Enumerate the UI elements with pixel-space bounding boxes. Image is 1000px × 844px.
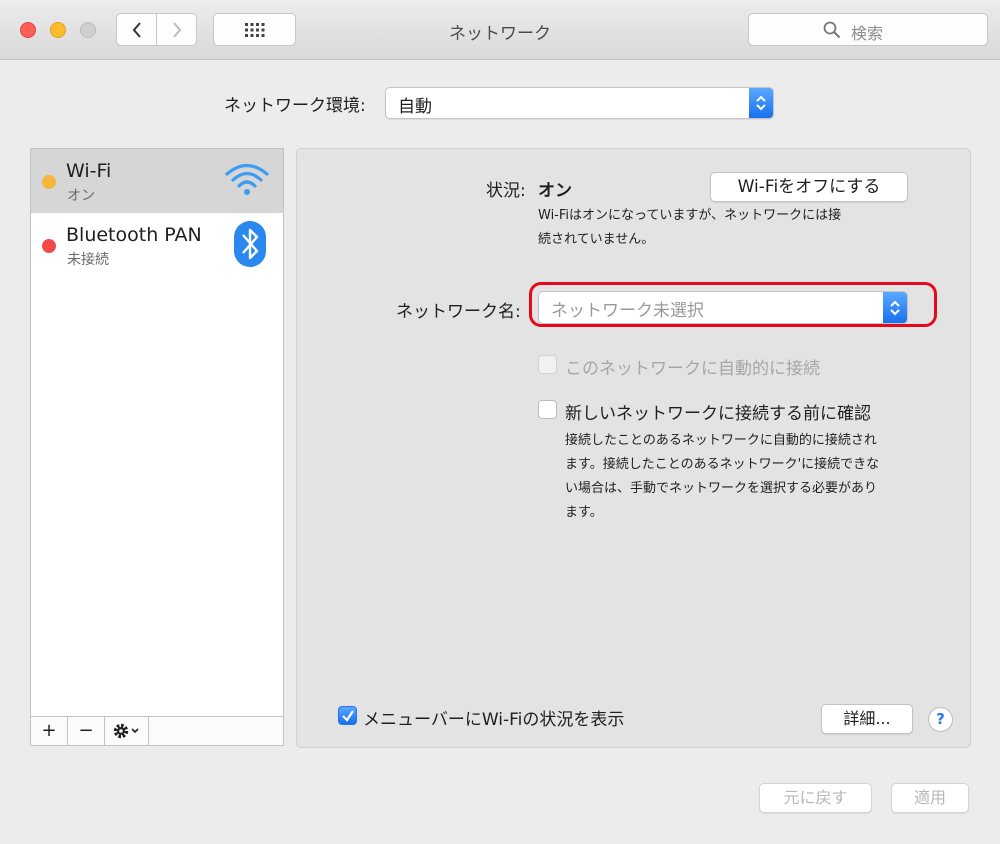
show-in-menubar-label: メニューバーにWi-Fiの状況を表示 [363,710,625,730]
add-service-button[interactable]: + [31,717,68,745]
turn-wifi-off-button[interactable]: Wi-Fiをオフにする [710,172,908,202]
status-label: 状況: [486,181,526,201]
service-status: 未接続 [67,252,109,268]
help-button[interactable]: ? [928,707,953,732]
action-menu-button[interactable] [105,717,149,745]
service-list: Wi-Fi オン Bluetooth PAN 未接続 + − [30,148,284,746]
service-item-wifi[interactable]: Wi-Fi オン [31,149,283,213]
ask-description-line3: い場合は、手動でネットワークを選択する必要があり [565,481,878,496]
revert-button[interactable]: 元に戻す [759,783,872,813]
status-description-line2: 続されていません。 [538,232,655,247]
location-value: 自動 [398,97,432,117]
apply-button[interactable]: 適用 [891,783,969,813]
location-label: ネットワーク環境: [224,96,366,116]
ask-to-join-label: 新しいネットワークに接続する前に確認 [565,404,871,424]
auto-join-checkbox[interactable] [538,355,557,374]
checkmark-icon [342,710,354,722]
service-status: オン [67,188,95,204]
service-name: Bluetooth PAN [66,224,202,246]
location-popup[interactable]: 自動 [385,87,774,119]
status-dot [42,239,56,253]
ask-description-line1: 接続したことのあるネットワークに自動的に接続され [565,433,877,448]
status-value: オン [538,181,572,201]
wifi-icon [225,163,269,195]
status-dot [42,175,56,189]
show-in-menubar-checkbox[interactable] [338,706,357,725]
highlight-annotation [529,282,937,327]
sidebar-toolbar: + − [31,716,283,745]
title-bar: ネットワーク 検索 [0,0,1000,60]
popup-arrows-icon [749,88,773,118]
gear-icon [113,723,139,739]
network-name-label: ネットワーク名: [396,302,521,322]
search-field[interactable]: 検索 [748,13,988,46]
search-icon [823,21,841,39]
status-description-line1: Wi-Fiはオンになっていますが、ネットワークには接 [538,208,842,223]
ask-description-line4: ます。 [565,505,603,520]
ask-description-line2: ます。接続したことのあるネットワーク'に接続できな [565,457,880,472]
search-placeholder: 検索 [851,24,884,43]
auto-join-label: このネットワークに自動的に接続 [565,359,820,379]
ask-to-join-checkbox[interactable] [538,400,557,419]
bluetooth-icon [234,221,266,267]
service-name: Wi-Fi [66,160,112,182]
advanced-button[interactable]: 詳細... [821,704,913,734]
service-item-bluetooth-pan[interactable]: Bluetooth PAN 未接続 [31,213,283,277]
remove-service-button[interactable]: − [68,717,105,745]
